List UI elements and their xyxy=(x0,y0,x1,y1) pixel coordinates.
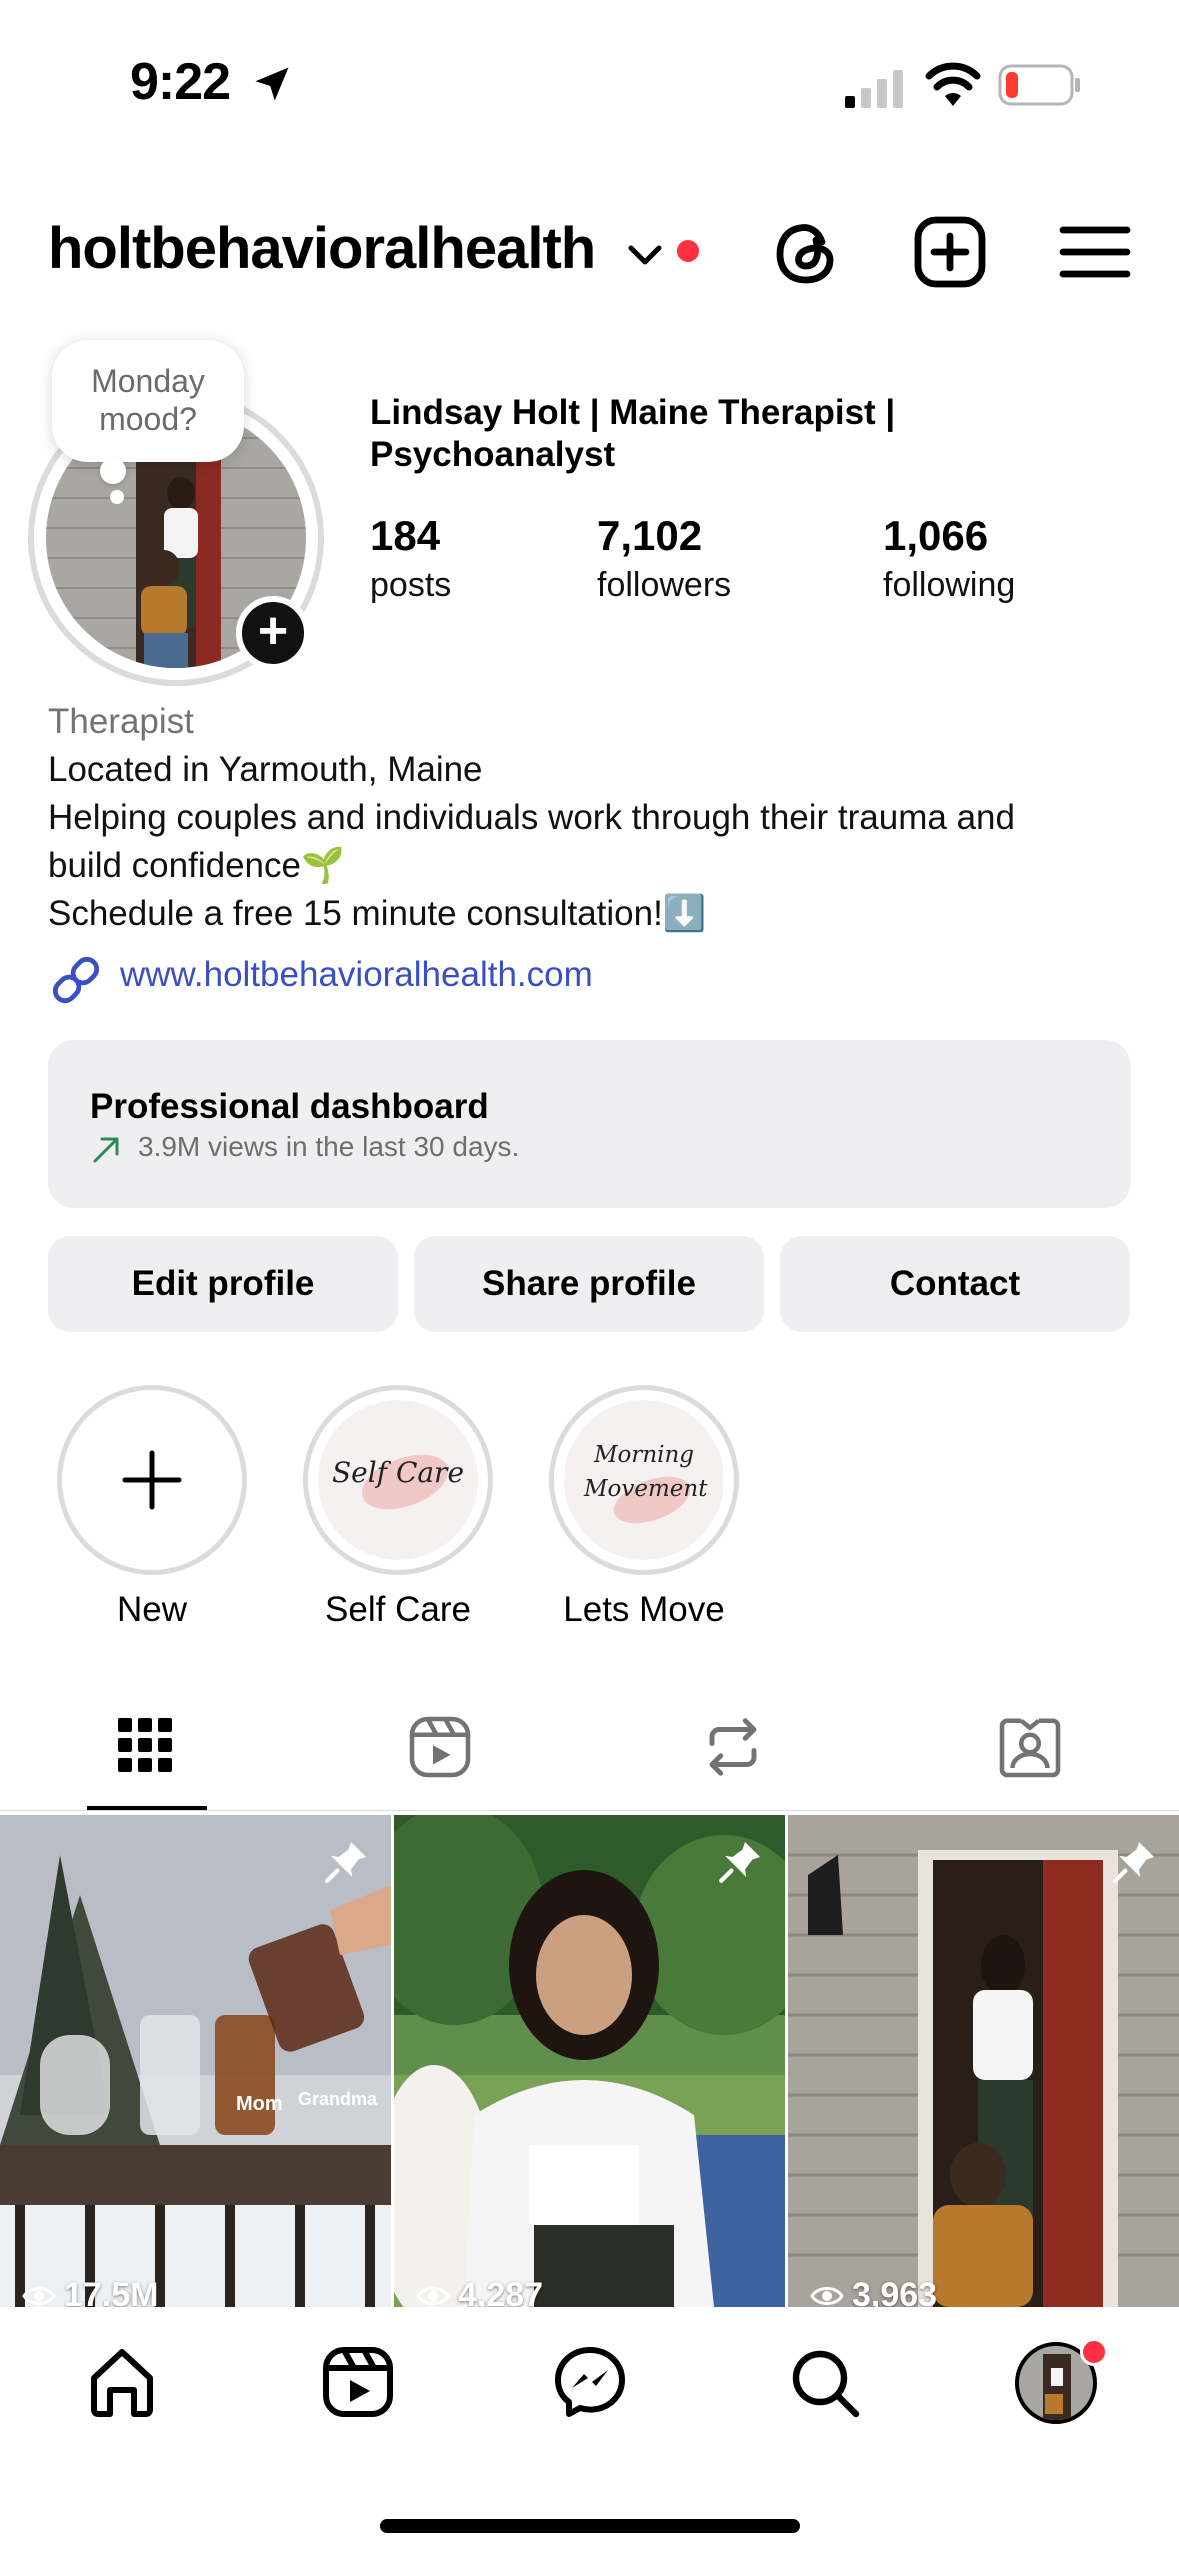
new-highlight-button[interactable] xyxy=(57,1385,247,1575)
reposts-tab-icon[interactable] xyxy=(698,1712,768,1782)
grid-post[interactable]: Mom Grandma 17.5M xyxy=(0,1815,391,2307)
profile-notification-dot xyxy=(1080,2338,1108,2366)
view-count: 4,287 xyxy=(416,2276,543,2307)
followers-label[interactable]: followers xyxy=(597,566,731,605)
search-icon[interactable] xyxy=(784,2342,864,2422)
dashboard-subtitle: 3.9M views in the last 30 days. xyxy=(138,1131,520,1162)
posts-count: 184 xyxy=(370,512,441,559)
profile-full-name: Lindsay Holt | Maine Therapist | Psychoa… xyxy=(370,393,896,474)
status-time: 9:22 xyxy=(130,53,231,111)
view-count: 3,963 xyxy=(810,2276,937,2307)
home-indicator xyxy=(380,2519,800,2533)
eye-icon xyxy=(416,2286,450,2305)
location-arrow-icon xyxy=(255,67,289,101)
bio-link[interactable]: www.holtbehavioralhealth.com xyxy=(120,955,593,995)
highlight-self-care[interactable]: Self Care xyxy=(303,1385,493,1575)
bio-line: Helping couples and individuals work thr… xyxy=(48,798,1015,837)
contact-button[interactable]: Contact xyxy=(780,1236,1130,1332)
view-count: 17.5M xyxy=(22,2276,159,2307)
threads-icon[interactable] xyxy=(766,212,846,292)
post-overlay-text: Mom xyxy=(236,2093,283,2115)
grid-post[interactable]: 4,287 xyxy=(394,1815,785,2307)
following-count[interactable]: 1,066 xyxy=(883,512,988,560)
note-bubble[interactable]: Monday mood? xyxy=(52,340,244,462)
create-post-icon[interactable] xyxy=(910,212,990,292)
reels-tab-icon[interactable] xyxy=(405,1712,475,1782)
highlight-label: New xyxy=(116,1590,188,1629)
post-overlay-text: Grandma xyxy=(298,2089,378,2109)
pin-icon xyxy=(325,1842,366,1883)
trend-up-icon xyxy=(93,1137,119,1163)
following-label[interactable]: following xyxy=(883,566,1015,605)
reels-icon[interactable] xyxy=(318,2342,398,2422)
note-bubble-tail-small xyxy=(110,490,124,504)
dashboard-title: Professional dashboard xyxy=(90,1087,489,1126)
cellular-signal-icon xyxy=(845,70,903,108)
note-bubble-tail xyxy=(100,458,126,484)
grid-tab-icon[interactable] xyxy=(112,1712,178,1778)
add-story-badge[interactable]: + xyxy=(236,596,310,670)
messenger-icon[interactable] xyxy=(550,2342,630,2422)
view-count-value: 3,963 xyxy=(852,2276,938,2307)
bio-line: Schedule a free 15 minute consultation!⬇… xyxy=(48,894,707,933)
view-count-value: 4,287 xyxy=(458,2276,544,2307)
chevron-down-icon[interactable] xyxy=(625,240,665,270)
highlight-label: Self Care xyxy=(325,1590,471,1629)
home-icon[interactable] xyxy=(82,2342,162,2422)
profile-category: Therapist xyxy=(48,702,194,741)
bio-line: build confidence🌱 xyxy=(48,846,345,885)
eye-icon xyxy=(22,2286,56,2305)
active-tab-indicator xyxy=(87,1806,207,1810)
highlight-label: Lets Move xyxy=(563,1590,725,1629)
view-count-value: 17.5M xyxy=(64,2276,159,2307)
share-profile-button[interactable]: Share profile xyxy=(414,1236,764,1332)
highlight-cover-text: Morning Movement xyxy=(584,1442,708,1502)
posts-label: posts xyxy=(370,566,452,604)
eye-icon xyxy=(810,2286,844,2305)
plus-icon xyxy=(122,1450,182,1510)
tagged-tab-icon[interactable] xyxy=(995,1712,1065,1782)
battery-icon xyxy=(998,64,1080,106)
pin-icon xyxy=(1113,1842,1154,1883)
tabs-divider xyxy=(0,1810,1179,1811)
grid-post[interactable]: 3,963 xyxy=(788,1815,1179,2307)
notification-dot xyxy=(677,240,699,262)
followers-count[interactable]: 7,102 xyxy=(597,512,702,560)
menu-icon[interactable] xyxy=(1055,212,1135,292)
highlight-lets-move[interactable]: Morning Movement xyxy=(549,1385,739,1575)
link-icon xyxy=(52,956,100,1004)
account-username[interactable]: holtbehavioralhealth xyxy=(48,215,596,282)
pin-icon xyxy=(719,1842,760,1883)
edit-profile-button[interactable]: Edit profile xyxy=(48,1236,398,1332)
bio-line: Located in Yarmouth, Maine xyxy=(48,750,483,789)
wifi-icon xyxy=(925,62,981,106)
highlight-cover-text: Self Care xyxy=(331,1456,465,1489)
